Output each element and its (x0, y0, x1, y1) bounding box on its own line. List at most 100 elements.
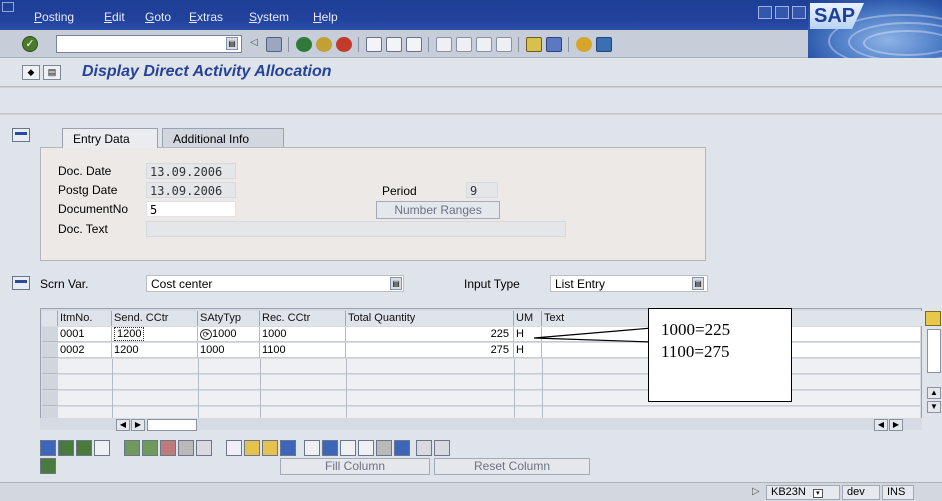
scroll-left-icon[interactable]: ◀ (874, 419, 888, 431)
scroll-right-icon[interactable]: ▶ (131, 419, 145, 431)
last-page-icon[interactable] (496, 37, 512, 52)
col-satytyp[interactable]: SAtyTyp (198, 311, 260, 326)
server-icon[interactable]: ▾ (812, 489, 823, 498)
scroll-down-icon[interactable]: ▼ (927, 401, 941, 413)
find-icon[interactable] (386, 37, 402, 52)
find-icon[interactable] (340, 440, 356, 456)
exit-icon[interactable] (316, 37, 332, 52)
find-next-icon[interactable] (406, 37, 422, 52)
next-page-icon[interactable] (476, 37, 492, 52)
tab-entry-data[interactable]: Entry Data (62, 128, 158, 148)
row-selector[interactable] (42, 391, 58, 406)
cell-send-cctr[interactable]: 1200 (112, 327, 198, 342)
cell-satytyp[interactable]: 1000 (198, 343, 260, 358)
row-selector[interactable] (42, 375, 58, 390)
details-icon[interactable] (40, 440, 56, 456)
command-field[interactable] (56, 35, 242, 53)
cancel-icon[interactable] (336, 37, 352, 52)
cell-send-cctr[interactable]: 1200 (112, 343, 198, 358)
row-selector[interactable] (42, 343, 58, 358)
command-history-icon[interactable]: ▤ (226, 37, 238, 50)
paste-row-icon[interactable] (196, 440, 212, 456)
menu-help[interactable]: Help (313, 10, 338, 24)
minimize-button[interactable] (758, 6, 772, 19)
input-type-dropdown-icon[interactable]: ▤ (692, 277, 704, 290)
cell-rec-cctr[interactable]: 1100 (260, 343, 346, 358)
insert-mode[interactable]: INS (882, 485, 914, 500)
sum-icon[interactable] (40, 458, 56, 474)
select-all-header[interactable] (42, 311, 58, 326)
col-send-cctr[interactable]: Send. CCtr (112, 311, 198, 326)
layout-menu-icon[interactable] (596, 37, 612, 52)
find-next-icon[interactable] (358, 440, 374, 456)
row-selector[interactable] (42, 327, 58, 342)
system-name: dev (842, 485, 880, 500)
reset-column-button[interactable]: Reset Column (434, 458, 590, 475)
filter-icon[interactable] (394, 440, 410, 456)
create-session-icon[interactable] (526, 37, 542, 52)
help-icon[interactable] (576, 37, 592, 52)
maximize-button[interactable] (775, 6, 789, 19)
print-icon[interactable] (366, 37, 382, 52)
hscroll-thumb[interactable] (147, 419, 197, 431)
select-block-icon[interactable] (76, 440, 92, 456)
col-um[interactable]: UM (514, 311, 542, 326)
scrn-var-select[interactable]: Cost center (146, 275, 404, 292)
save-icon[interactable] (266, 37, 282, 52)
display-change-icon[interactable]: ▤ (43, 65, 61, 80)
col-rec-cctr[interactable]: Rec. CCtr (260, 311, 346, 326)
system-menu-icon[interactable] (2, 2, 14, 12)
header-toggle-icon[interactable] (12, 128, 30, 142)
menu-extras[interactable]: Extras (189, 10, 223, 24)
tab-additional-info[interactable]: Additional Info (162, 128, 284, 148)
repeat-icon[interactable] (416, 440, 432, 456)
sort-ascending-icon[interactable] (304, 440, 320, 456)
menu-system[interactable]: System (249, 10, 289, 24)
enter-icon[interactable]: ✓ (22, 36, 38, 52)
col-total-quantity[interactable]: Total Quantity (346, 311, 514, 326)
scrn-var-dropdown-icon[interactable]: ▤ (390, 277, 402, 290)
table-control-toggle-icon[interactable] (12, 276, 30, 290)
cell-total-quantity[interactable]: 225 (346, 327, 514, 342)
number-ranges-button[interactable]: Number Ranges (376, 201, 500, 219)
copy-row-icon[interactable] (178, 440, 194, 456)
fill-column-button[interactable]: Fill Column (280, 458, 430, 475)
append-row-icon[interactable] (142, 440, 158, 456)
select-all-icon[interactable] (58, 440, 74, 456)
status-expand-icon[interactable]: ▷ (752, 486, 760, 497)
paste-icon[interactable] (262, 440, 278, 456)
scroll-thumb[interactable] (927, 329, 941, 373)
paste-block-icon[interactable] (280, 440, 296, 456)
delete-row-icon[interactable] (160, 440, 176, 456)
input-type-select[interactable]: List Entry (550, 275, 708, 292)
other-document-icon[interactable]: ◆ (22, 65, 40, 80)
scroll-right-icon[interactable]: ▶ (889, 419, 903, 431)
close-button[interactable] (792, 6, 806, 19)
document-no-field[interactable]: 5 (146, 201, 236, 217)
previous-page-icon[interactable] (456, 37, 472, 52)
cell-satytyp[interactable]: ⟳ 1000 (198, 327, 260, 342)
first-page-icon[interactable] (436, 37, 452, 52)
row-selector[interactable] (42, 359, 58, 374)
sort-descending-icon[interactable] (322, 440, 338, 456)
cell-total-quantity[interactable]: 275 (346, 343, 514, 358)
back-icon[interactable] (296, 37, 312, 52)
insert-row-icon[interactable] (124, 440, 140, 456)
print-table-icon[interactable] (434, 440, 450, 456)
previous-icon[interactable]: ◁ (250, 37, 266, 52)
menu-edit[interactable]: Edit (104, 10, 125, 24)
copy-icon[interactable] (244, 440, 260, 456)
page-title: Display Direct Activity Allocation (82, 63, 332, 80)
cell-rec-cctr[interactable]: 1000 (260, 327, 346, 342)
menu-posting[interactable]: Posting (34, 10, 74, 24)
total-icon[interactable] (376, 440, 392, 456)
col-itmno[interactable]: ItmNo. (58, 311, 112, 326)
scroll-up-icon[interactable]: ▲ (927, 387, 941, 399)
deselect-all-icon[interactable] (94, 440, 110, 456)
cut-icon[interactable] (226, 440, 242, 456)
scroll-left-icon[interactable]: ◀ (116, 419, 130, 431)
shortcut-icon[interactable] (546, 37, 562, 52)
vertical-scrollbar[interactable]: ▲ ▼ (925, 309, 942, 421)
window-controls (758, 6, 806, 19)
menu-goto[interactable]: Goto (145, 10, 171, 24)
